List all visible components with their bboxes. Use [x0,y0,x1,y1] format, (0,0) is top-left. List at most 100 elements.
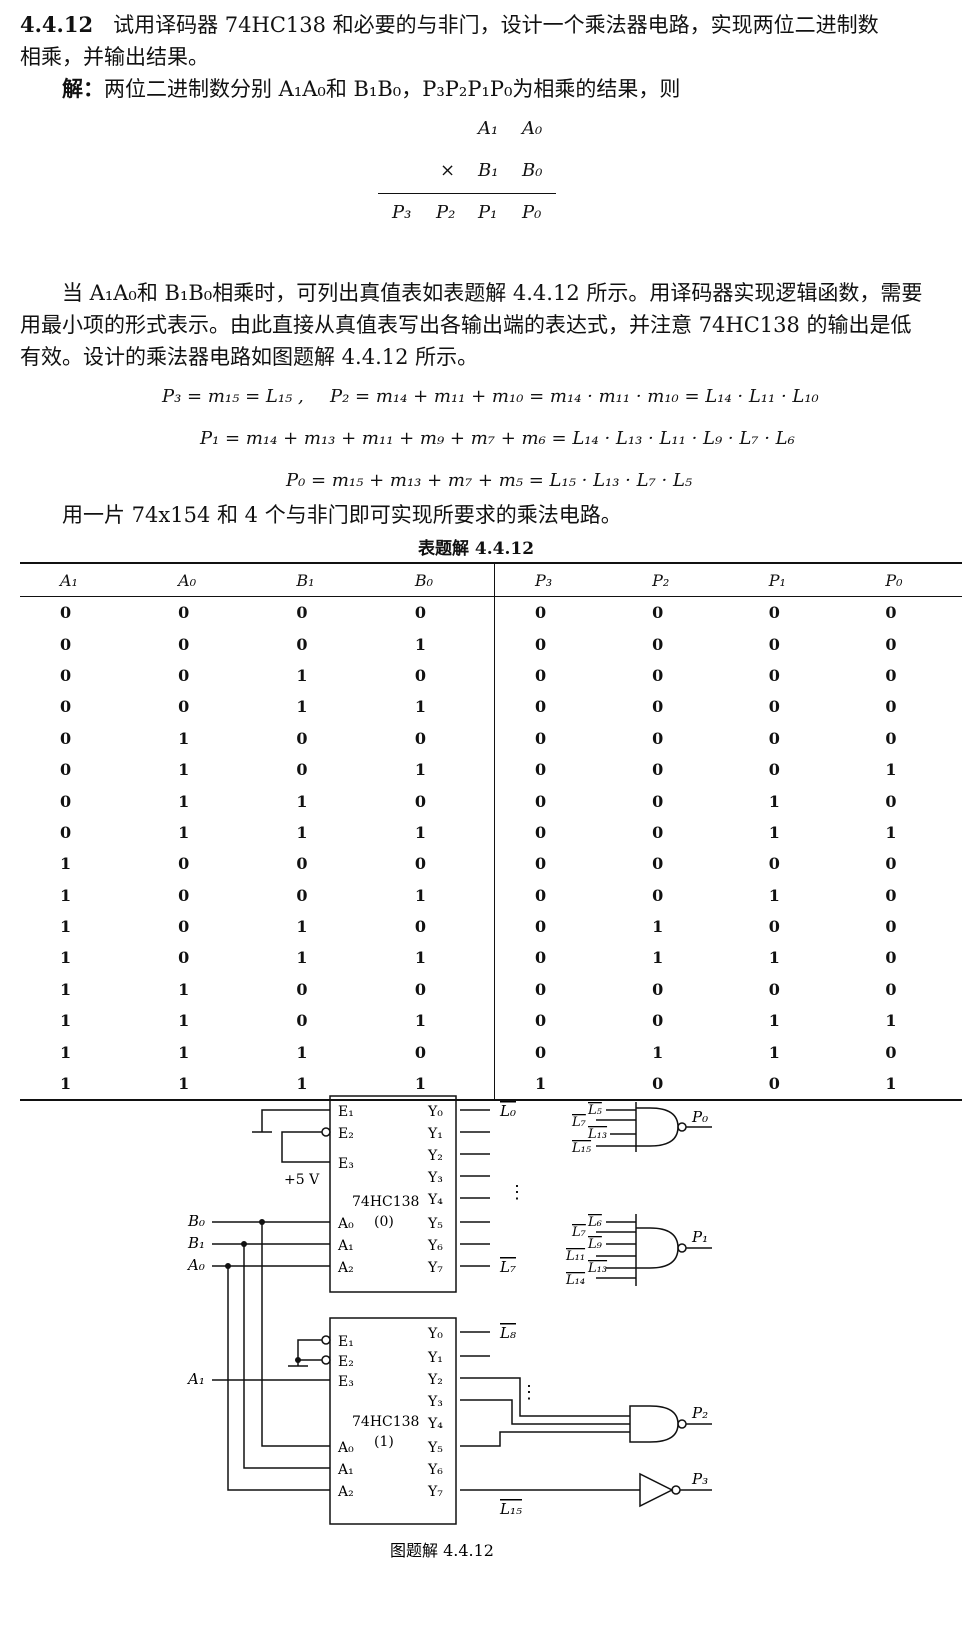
table-cell: 0 [535,885,547,905]
chip1-y7: Y₇ [427,1484,443,1500]
table-cell: 0 [885,603,897,623]
supply-label: +5 V [284,1172,320,1188]
mul-p3: P₃ [392,202,412,223]
table-cell: 0 [768,665,780,685]
chip1-y4: Y₄ [427,1416,443,1432]
table-cell: 0 [885,885,897,905]
table-cell: 1 [60,854,72,874]
chip0-index: (0) [374,1214,394,1230]
equation-p0: P₀ = m₁₅ + m₁₃ + m₇ + m₅ = L₁₅ · L₁₃ · L… [286,470,693,491]
table-cell: 0 [535,1042,547,1062]
conclusion: 用一片 74x154 和 4 个与非门即可实现所要求的乘法电路。 [62,503,622,527]
table-cell: 0 [768,917,780,937]
table-cell: 0 [652,634,664,654]
table-cell: 0 [768,979,780,999]
table-row: 0 0 1 0 0 0 0 0 [20,659,962,692]
p1-output-label: P₁ [691,1228,708,1246]
table-row: 0 0 1 1 0 0 0 0 [20,691,962,723]
table-cell: 1 [885,1011,897,1031]
p1-in-l9: L₉ [587,1237,603,1252]
chip0-a1-label: A₁ [337,1238,354,1254]
table-cell: 1 [296,665,308,685]
chip1-e3-label: E₃ [338,1374,354,1390]
p1-input-labels: L₆ L₇ L₉ L₁₁ L₁₃ L₁₄ [565,1215,607,1288]
p0-in-l7: L₇ [571,1115,587,1130]
col-b0: B₀ [374,562,495,597]
table-cell: 1 [374,942,495,974]
col-p3: P₃ [494,562,613,597]
figure-caption: 图题解 4.4.12 [390,1541,494,1560]
table-cell: 1 [296,948,308,968]
p1-in-l11: L₁₁ [565,1249,585,1264]
table-cell: 0 [374,659,495,692]
table-cell: 1 [374,753,495,786]
mul-operator: × [440,160,456,181]
p0-gate-bubble [677,1122,687,1132]
chip0-name: 74HC138 [352,1194,419,1210]
chip0-y2: Y₂ [427,1148,443,1164]
table-cell: 1 [178,822,190,842]
equation-p1: P₁ = m₁₄ + m₁₃ + m₁₁ + m₉ + m₇ + m₆ = L₁… [200,428,795,449]
table-cell: 1 [652,1042,664,1062]
chip0-l0-label: L₀ [499,1102,516,1120]
p0-gate-body [635,1102,679,1152]
table-cell: 0 [374,973,495,1006]
table-cell: 0 [652,603,664,623]
col-b1: B₁ [256,562,375,597]
b0-bus [261,1222,330,1447]
p0-input-labels: L₅ L₇ L₁₃ L₁₅ [571,1103,607,1156]
table-cell: 0 [535,665,547,685]
table-cell: 0 [535,822,547,842]
p3-inverter-body [639,1472,674,1508]
chip1-output-wires [460,1331,640,1491]
table-row: 0 0 0 0 0 0 0 0 [20,596,962,629]
table-cell: 1 [178,1042,190,1062]
table-cell: 1 [652,948,664,968]
table-cell: 0 [768,634,780,654]
table-cell: 0 [178,665,190,685]
chip0-y3: Y₃ [427,1170,443,1186]
table-cell: 0 [652,854,664,874]
chip0-ellipsis: ⋮ [508,1182,526,1203]
chip0-y5: Y₅ [427,1216,443,1232]
table-cell: 0 [652,885,664,905]
table-row: 1 0 0 1 0 0 1 0 [20,879,962,911]
table-cell: 0 [535,697,547,717]
table-cell: 0 [374,785,495,817]
col-p1: P₁ [728,562,846,597]
solution-intro: 两位二进制数分别 A₁A₀和 B₁B₀，P₃P₂P₁P₀为相乘的结果，则 [104,77,681,101]
input-b1: B₁ [187,1234,205,1252]
table-cell: 0 [296,885,308,905]
table-cell: 0 [535,1011,547,1031]
chip0-y6: Y₆ [427,1238,443,1254]
solution-intro-line: 解：两位二进制数分别 A₁A₀和 B₁B₀，P₃P₂P₁P₀为相乘的结果，则 [62,72,680,106]
table-cell: 0 [374,722,495,754]
chip1-y2: Y₂ [427,1372,443,1388]
chip1-y5: Y₅ [427,1440,443,1456]
table-cell: 0 [178,948,190,968]
p0-in-l15: L₁₅ [571,1141,592,1156]
table-cell: 0 [535,728,547,748]
table-body: 0000000000010000001000000011000001000000… [20,596,962,1102]
chip0-l7-label: L₇ [499,1258,516,1276]
table-cell: 0 [178,634,190,654]
table-cell: 0 [296,634,308,654]
p1-gate-body [635,1214,679,1286]
chip1-enable-wire [288,1339,322,1367]
mul-b0: B₀ [522,160,543,181]
table-cell: 0 [768,603,780,623]
table-cell: 0 [652,979,664,999]
chip1-y1: Y₁ [427,1350,443,1366]
table-cell: 0 [652,728,664,748]
table-cell: 0 [60,603,72,623]
chip1-output-labels: Y₀ Y₁ Y₂ Y₃ Y₄ Y₅ Y₆ Y₇ [427,1326,443,1500]
p1-gate-bubble [677,1243,687,1253]
table-cell: 0 [652,760,664,780]
table-cell: 0 [885,634,897,654]
chip0-e2-label: E₂ [338,1126,354,1142]
chip0-y4: Y₄ [427,1192,443,1208]
chip0-address-wires [212,1221,330,1267]
table-cell: 0 [768,854,780,874]
chip1-a2-label: A₂ [337,1484,354,1500]
table-cell: 0 [885,979,897,999]
